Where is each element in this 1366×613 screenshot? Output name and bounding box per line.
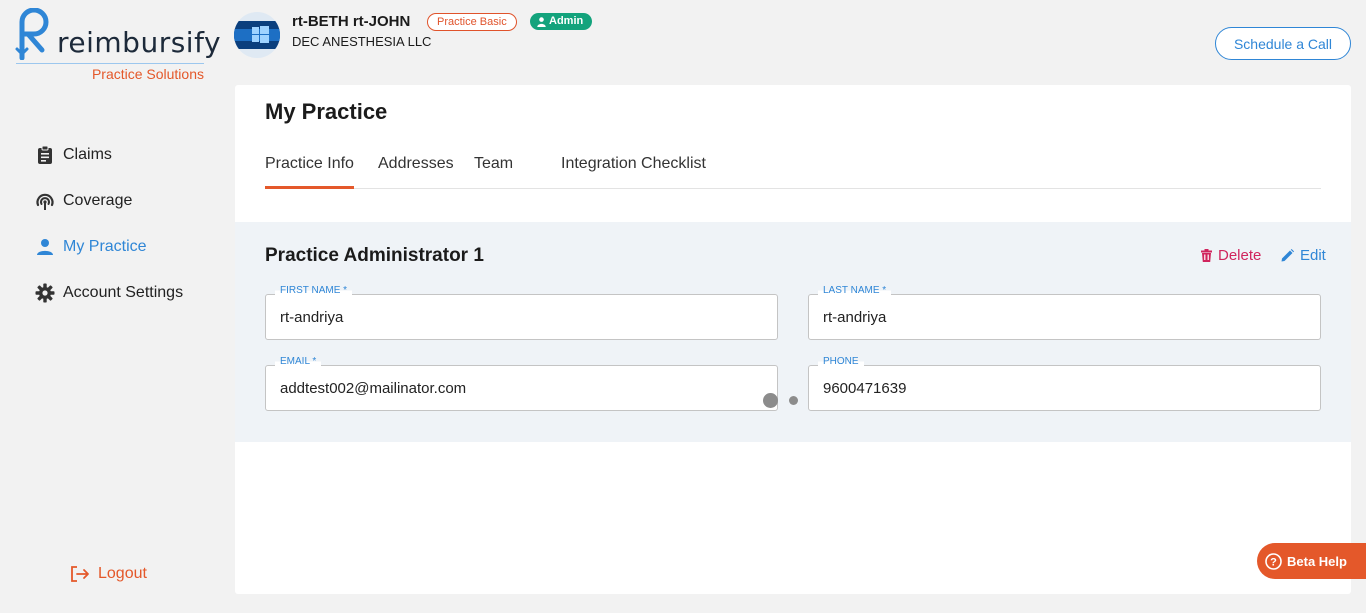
phone-input[interactable] — [809, 366, 1320, 410]
svg-text:?: ? — [1270, 556, 1277, 568]
pencil-icon — [1281, 249, 1294, 262]
beta-help-label: Beta Help — [1287, 553, 1347, 569]
loading-dot — [763, 393, 778, 408]
first-name-label: FIRST NAME * — [275, 285, 353, 296]
user-name: rt-BETH rt-JOHN — [292, 13, 411, 30]
last-name-label: LAST NAME * — [818, 285, 892, 296]
logout-icon — [70, 565, 90, 583]
sidebar-item-label: My Practice — [63, 238, 147, 255]
page-title: My Practice — [265, 99, 388, 124]
sidebar-item-label: Account Settings — [63, 284, 184, 301]
edit-button[interactable]: Edit — [1281, 247, 1326, 264]
section-title: Practice Administrator 1 — [265, 245, 484, 266]
brand-divider — [16, 63, 204, 64]
help-icon: ? — [1265, 552, 1282, 570]
phone-field: PHONE — [808, 356, 1321, 411]
user-icon — [537, 16, 546, 27]
clipboard-icon — [34, 144, 56, 166]
first-name-field: FIRST NAME * — [265, 285, 778, 340]
email-field: EMAIL * — [265, 356, 778, 411]
practice-administrator-section: Practice Administrator 1 Delete Edit FIR… — [235, 222, 1351, 442]
gear-icon — [34, 282, 56, 304]
main-card: My Practice Practice Info Addresses Team… — [235, 85, 1351, 594]
delete-button[interactable]: Delete — [1201, 247, 1261, 264]
phone-label: PHONE — [818, 356, 864, 367]
active-tab-indicator — [265, 186, 354, 189]
tab-team[interactable]: Team — [474, 155, 513, 173]
beta-help-button[interactable]: ? Beta Help — [1257, 543, 1366, 579]
delete-label: Delete — [1218, 247, 1262, 264]
last-name-field: LAST NAME * — [808, 285, 1321, 340]
tab-practice-info[interactable]: Practice Info — [265, 155, 354, 173]
sidebar-item-my-practice[interactable]: My Practice — [34, 224, 183, 270]
avatar[interactable] — [234, 12, 280, 58]
logout-button[interactable]: Logout — [70, 565, 147, 583]
tab-integration-checklist[interactable]: Integration Checklist — [561, 155, 706, 173]
plan-badge: Practice Basic — [427, 13, 517, 31]
role-badge-label: Admin — [549, 15, 584, 27]
person-icon — [34, 236, 56, 258]
email-input[interactable] — [266, 366, 777, 410]
sidebar-item-account-settings[interactable]: Account Settings — [34, 270, 183, 316]
schedule-call-button[interactable]: Schedule a Call — [1215, 27, 1351, 60]
sidebar-item-coverage[interactable]: Coverage — [34, 178, 183, 224]
trash-icon — [1201, 249, 1212, 262]
coverage-icon — [34, 190, 56, 212]
first-name-input[interactable] — [266, 295, 777, 339]
logout-label: Logout — [98, 565, 147, 582]
reimbursify-logo-icon — [15, 8, 49, 60]
sidebar-item-claims[interactable]: Claims — [34, 132, 183, 178]
avatar-image-icon — [234, 12, 280, 58]
role-badge: Admin — [530, 13, 593, 30]
brand-logo[interactable]: reimbursify Practice Solutions — [14, 8, 221, 84]
last-name-input[interactable] — [809, 295, 1320, 339]
sidebar-item-label: Coverage — [63, 192, 133, 209]
tab-addresses[interactable]: Addresses — [378, 155, 454, 173]
email-label: EMAIL * — [275, 356, 322, 367]
organization-name: DEC ANESTHESIA LLC — [292, 34, 432, 49]
practice-tabs: Practice Info Addresses Team Integration… — [265, 143, 1321, 189]
brand-subtitle: Practice Solutions — [91, 66, 204, 82]
loading-dot — [789, 396, 798, 405]
brand-name: reimbursify — [57, 26, 222, 59]
sidebar-item-label: Claims — [63, 146, 112, 163]
edit-label: Edit — [1300, 247, 1326, 264]
sidebar: reimbursify Practice Solutions Claims Co… — [0, 0, 224, 613]
sidebar-nav: Claims Coverage My Practice Account Sett… — [34, 132, 183, 316]
